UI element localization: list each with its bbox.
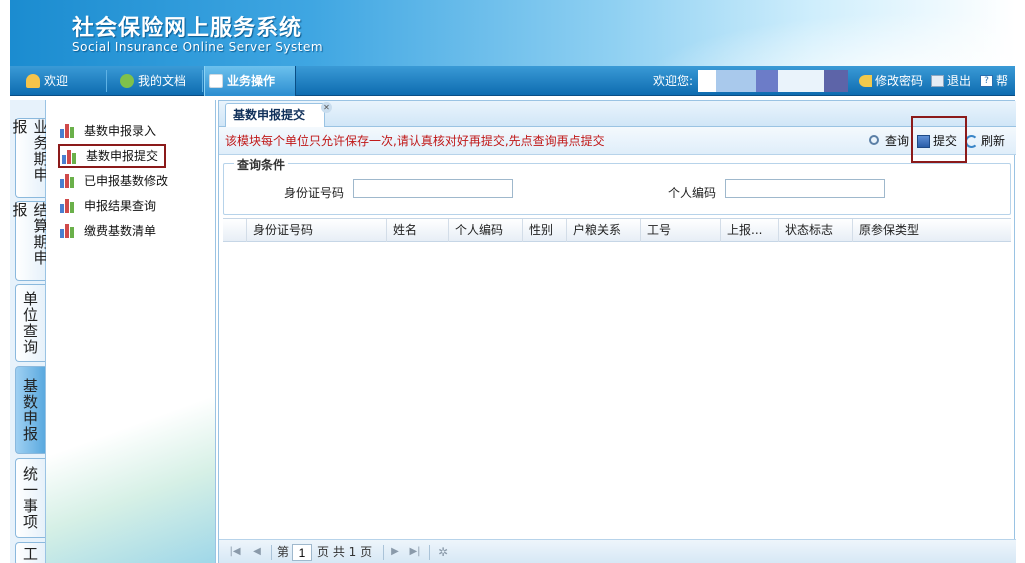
grid-body	[223, 242, 1011, 538]
column-header[interactable]: 上报...	[721, 219, 779, 242]
vertical-tab-bar: 业务期申报 结算期申报 单位查询 基数申报 统一事项 工	[10, 100, 50, 563]
refresh-button[interactable]: 刷新	[965, 127, 1005, 155]
previous-page-icon[interactable]: ◀	[251, 546, 263, 558]
column-header[interactable]: 工号	[641, 219, 721, 242]
nav-welcome[interactable]: 欢迎	[22, 66, 92, 96]
nav-welcome-label: 欢迎	[44, 74, 69, 88]
menu-item-base-entry[interactable]: 基数申报录入	[58, 120, 156, 142]
menu-item-result-query[interactable]: 申报结果查询	[58, 195, 156, 217]
column-header[interactable]: 原参保类型	[853, 219, 1011, 242]
vtab-base-declaration[interactable]: 基数申报	[15, 366, 45, 454]
grid-checkbox-column[interactable]	[223, 219, 247, 242]
query-button[interactable]: 查询	[869, 127, 909, 155]
help-icon: ?	[980, 75, 993, 87]
app-subtitle: Social Insurance Online Server System	[72, 40, 324, 54]
change-password-label: 修改密码	[875, 74, 924, 88]
exit-icon	[931, 75, 944, 87]
notice-text: 该模块每个单位只允许保存一次,请认真核对好再提交,先点查询再点提交	[225, 134, 605, 148]
tab-label: 基数申报提交	[233, 108, 306, 122]
column-header[interactable]: 身份证号码	[247, 219, 387, 242]
menu-item-payment-list[interactable]: 缴费基数清单	[58, 220, 156, 242]
submit-highlight	[911, 116, 967, 163]
logout-link[interactable]: 退出	[931, 66, 971, 96]
last-page-icon[interactable]: ▶|	[409, 546, 421, 558]
bar-chart-icon	[62, 150, 78, 164]
toolbar: 该模块每个单位只允许保存一次,请认真核对好再提交,先点查询再点提交 查询 提交 …	[219, 127, 1016, 155]
menu-item-label: 申报结果查询	[84, 199, 157, 213]
business-icon	[209, 74, 223, 88]
column-header[interactable]: 状态标志	[779, 219, 853, 242]
personal-code-label: 个人编码	[668, 186, 717, 200]
vtab-business-period[interactable]: 业务期申报	[11, 118, 50, 198]
query-label: 查询	[885, 134, 910, 148]
header-decoration	[595, 0, 1015, 66]
page-number-input[interactable]	[292, 544, 312, 561]
main-content: 基数申报提交 ✕ 该模块每个单位只允许保存一次,请认真核对好再提交,先点查询再点…	[218, 100, 1016, 563]
nav-business-operations-label: 业务操作	[227, 74, 276, 88]
app-header: 社会保险网上服务系统 Social Insurance Online Serve…	[10, 0, 1015, 66]
bar-chart-icon	[60, 174, 76, 188]
column-header[interactable]: 姓名	[387, 219, 449, 242]
redacted-username	[778, 70, 824, 92]
top-nav: 欢迎 我的文档 业务操作 欢迎您: 修改密码 退出 ? 帮助	[10, 66, 1015, 118]
pagination-bar: |◀ ◀ 第 页 共 1 页 ▶ ▶| ✲	[219, 539, 1016, 563]
nav-my-documents-label: 我的文档	[138, 74, 187, 88]
close-icon[interactable]: ✕	[321, 102, 332, 113]
bar-chart-icon	[60, 224, 76, 238]
grid-header: 身份证号码 姓名 个人编码 性别 户粮关系 工号 上报... 状态标志 原参保类…	[223, 218, 1011, 242]
redacted-username	[824, 70, 848, 92]
pager-divider	[271, 545, 272, 560]
bar-chart-icon	[60, 124, 76, 138]
pager-divider	[429, 545, 430, 560]
menu-item-label: 缴费基数清单	[84, 224, 157, 238]
redacted-username	[756, 70, 778, 92]
menu-item-label: 基数申报提交	[86, 149, 159, 163]
query-panel: 查询条件 身份证号码 个人编码	[223, 156, 1011, 215]
vtab-unit-query[interactable]: 单位查询	[15, 284, 45, 362]
logout-label: 退出	[947, 74, 972, 88]
reload-icon[interactable]: ✲	[437, 546, 449, 558]
id-number-input[interactable]	[353, 179, 513, 198]
key-icon	[859, 75, 872, 87]
personal-code-input[interactable]	[725, 179, 885, 198]
id-number-label: 身份证号码	[284, 186, 345, 200]
pager-divider	[383, 545, 384, 560]
page-prefix: 第	[277, 545, 290, 559]
redacted-username	[698, 70, 716, 92]
vtab-label: 统一事项	[21, 466, 39, 530]
column-header[interactable]: 个人编码	[449, 219, 523, 242]
tab-base-submit[interactable]: 基数申报提交 ✕	[225, 102, 332, 127]
left-menu-panel: 基数申报录入 基数申报提交 已申报基数修改 申报结果查询 缴费基数清单	[46, 100, 216, 563]
column-header[interactable]: 户粮关系	[567, 219, 641, 242]
welcome-text: 欢迎您:	[653, 74, 694, 88]
page-suffix: 页 共 1 页	[317, 545, 373, 559]
vtab-more[interactable]: 工	[15, 542, 45, 563]
nav-divider	[106, 70, 107, 92]
vtab-label: 基数申报	[21, 378, 39, 442]
refresh-label: 刷新	[981, 134, 1006, 148]
tab-strip: 基数申报提交 ✕	[219, 101, 1016, 127]
documents-icon	[120, 74, 134, 88]
bar-chart-icon	[60, 199, 76, 213]
column-header[interactable]: 性别	[523, 219, 567, 242]
search-icon	[869, 135, 879, 145]
menu-item-label: 已申报基数修改	[84, 174, 169, 188]
first-page-icon[interactable]: |◀	[229, 546, 241, 558]
nav-divider	[202, 70, 203, 92]
vtab-settlement-period[interactable]: 结算期申报	[11, 201, 50, 281]
app-title: 社会保险网上服务系统	[72, 15, 303, 41]
menu-item-label: 基数申报录入	[84, 124, 157, 138]
change-password-link[interactable]: 修改密码	[859, 66, 923, 96]
vtab-label: 工	[21, 546, 39, 562]
redacted-username	[716, 70, 756, 92]
vtab-unified-items[interactable]: 统一事项	[15, 458, 45, 538]
query-legend: 查询条件	[234, 156, 289, 173]
next-page-icon[interactable]: ▶	[389, 546, 401, 558]
vtab-label: 单位查询	[21, 291, 39, 355]
menu-item-base-modify[interactable]: 已申报基数修改	[58, 170, 168, 192]
person-icon	[26, 74, 40, 88]
nav-my-documents[interactable]: 我的文档	[116, 66, 202, 96]
nav-business-operations[interactable]: 业务操作	[204, 66, 296, 96]
menu-item-base-submit[interactable]: 基数申报提交	[58, 144, 166, 168]
